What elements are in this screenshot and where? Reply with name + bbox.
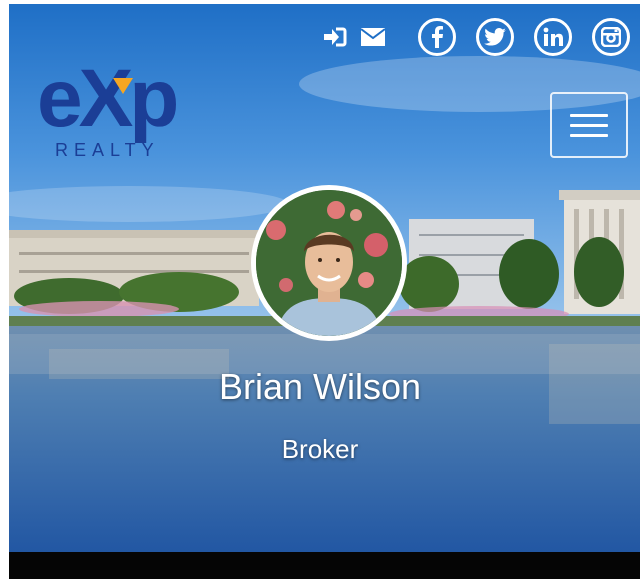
hamburger-line — [570, 123, 608, 127]
profile-photo — [256, 190, 402, 336]
facebook-icon[interactable] — [418, 18, 456, 56]
instagram-icon[interactable] — [592, 18, 630, 56]
page-frame: eXp REALTY — [9, 4, 640, 579]
agent-name: Brian Wilson — [218, 366, 422, 407]
hamburger-line — [570, 133, 608, 137]
hamburger-line — [570, 113, 608, 117]
agent-title: Broker — [281, 434, 359, 464]
twitter-icon[interactable] — [476, 18, 514, 56]
linkedin-icon[interactable] — [534, 18, 572, 56]
exp-realty-logo[interactable]: eXp REALTY — [37, 54, 237, 164]
sign-in-icon[interactable] — [322, 24, 348, 50]
envelope-icon[interactable] — [360, 24, 386, 50]
profile-avatar — [251, 185, 407, 341]
logo-text-main: eXp — [37, 54, 176, 144]
logo-text-sub: REALTY — [55, 140, 160, 160]
header-icons — [322, 18, 630, 56]
bottom-bar — [9, 552, 640, 579]
menu-button[interactable] — [550, 92, 628, 158]
hero-banner: eXp REALTY — [9, 4, 640, 552]
